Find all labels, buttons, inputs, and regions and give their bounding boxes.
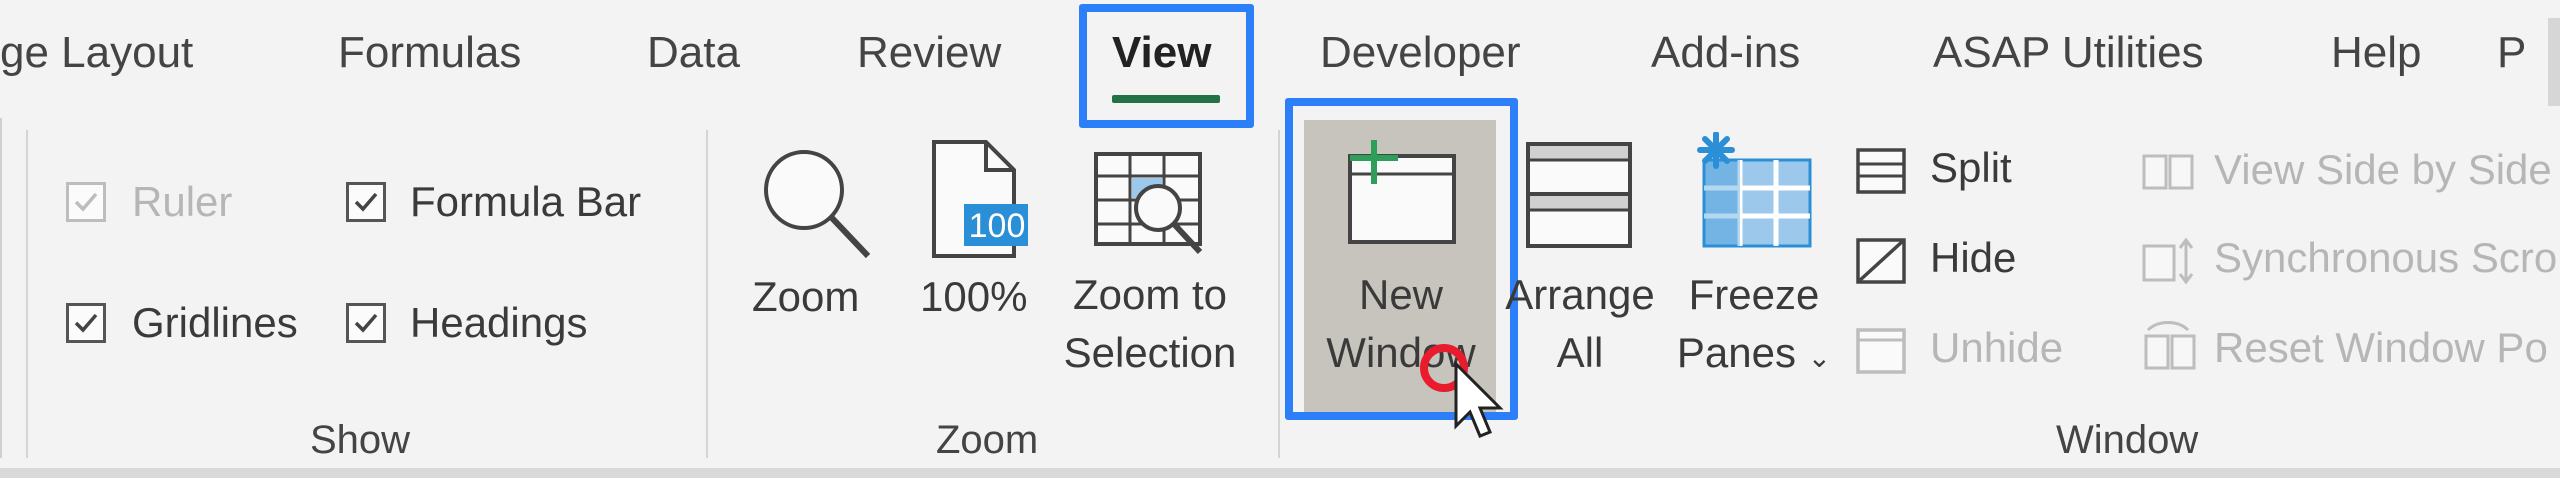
separator [706, 130, 708, 458]
tab-developer[interactable]: Developer [1320, 28, 1521, 78]
tab-addins[interactable]: Add-ins [1651, 28, 1800, 78]
tab-data[interactable]: Data [647, 28, 740, 78]
zoom-selection-icon [1094, 152, 1203, 255]
tab-asap-utilities[interactable]: ASAP Utilities [1933, 28, 2204, 78]
zoom-100-button[interactable]: 100 [930, 140, 1030, 265]
show-group-label: Show [310, 418, 411, 462]
freeze-panes-line2: Panes ⌄ [1664, 324, 1844, 387]
headings-label: Headings [410, 299, 588, 346]
unhide-icon [1856, 328, 1906, 374]
tab-p[interactable]: P [2497, 28, 2526, 78]
freeze-panes-line1: Freeze [1688, 271, 1820, 318]
tab-page-layout[interactable]: ge Layout [0, 28, 193, 78]
freeze-panes-icon [1697, 131, 1812, 248]
formula-bar-label: Formula Bar [410, 178, 642, 225]
synchronous-scrolling-label: Synchronous Scro [2214, 234, 2558, 281]
gridlines-label: Gridlines [132, 299, 298, 346]
hide-label: Hide [1930, 234, 2017, 281]
zoom-group-label: Zoom [936, 418, 1039, 462]
view-side-by-side-button[interactable] [2142, 152, 2194, 197]
tab-review[interactable]: Review [857, 28, 1001, 78]
unhide-button[interactable] [1856, 328, 1906, 379]
split-icon [1856, 148, 1906, 194]
freeze-panes-button[interactable] [1696, 131, 1816, 257]
view-side-by-side-label: View Side by Side [2214, 146, 2552, 193]
zoom-100-label: 100% [920, 273, 1028, 320]
headings-checkbox[interactable] [346, 303, 386, 343]
hundred-icon-text: 100 [968, 207, 1026, 245]
zoom-label: Zoom [752, 273, 860, 320]
arrange-all-icon [1526, 142, 1632, 248]
window-group-label: Window [2056, 418, 2199, 462]
formula-bar-checkbox[interactable] [346, 182, 386, 222]
chevron-down-icon: ⌄ [1807, 342, 1832, 373]
hide-icon [1856, 238, 1906, 284]
reset-window-position-button[interactable] [2142, 320, 2202, 377]
zoom-to-selection-line1: Zoom to [1072, 271, 1228, 318]
ruler-label: Ruler [132, 178, 233, 225]
synchronous-scrolling-button[interactable] [2142, 236, 2202, 291]
tab-help[interactable]: Help [2331, 28, 2422, 78]
hide-button[interactable] [1856, 238, 1906, 289]
sync-scroll-icon [2142, 237, 2194, 285]
gridlines-checkbox[interactable] [66, 303, 106, 343]
zoom-to-selection-line2: Selection [1063, 329, 1237, 376]
zoom-to-selection-button[interactable] [1094, 152, 1214, 267]
unhide-label: Unhide [1930, 324, 2064, 371]
arrange-all-line1: Arrange [1505, 271, 1655, 318]
separator [1278, 130, 1280, 458]
zoom-button[interactable] [754, 138, 874, 273]
freeze-panes-label: Freeze Panes ⌄ [1664, 266, 1844, 387]
reset-window-icon [2144, 321, 2196, 370]
arrange-all-line2: All [1556, 329, 1604, 376]
tab-scroll-edge [2548, 18, 2560, 106]
ribbon-left-edge [0, 118, 2, 458]
split-button[interactable] [1856, 148, 1906, 199]
ribbon-bottom-border [0, 468, 2560, 478]
side-by-side-icon [2142, 154, 2194, 190]
arrange-all-button[interactable] [1524, 140, 1634, 255]
arrange-all-label: Arrange All [1490, 266, 1670, 382]
separator [26, 130, 28, 458]
split-label: Split [1930, 144, 2012, 191]
freeze-panes-line2-text: Panes [1676, 329, 1796, 376]
ruler-checkbox[interactable] [66, 182, 106, 222]
reset-window-position-label: Reset Window Po [2214, 324, 2548, 371]
magnifier-icon [764, 150, 871, 259]
tab-view-highlight [1079, 4, 1254, 128]
tab-formulas[interactable]: Formulas [338, 28, 521, 78]
zoom-to-selection-label: Zoom to Selection [1060, 266, 1240, 382]
